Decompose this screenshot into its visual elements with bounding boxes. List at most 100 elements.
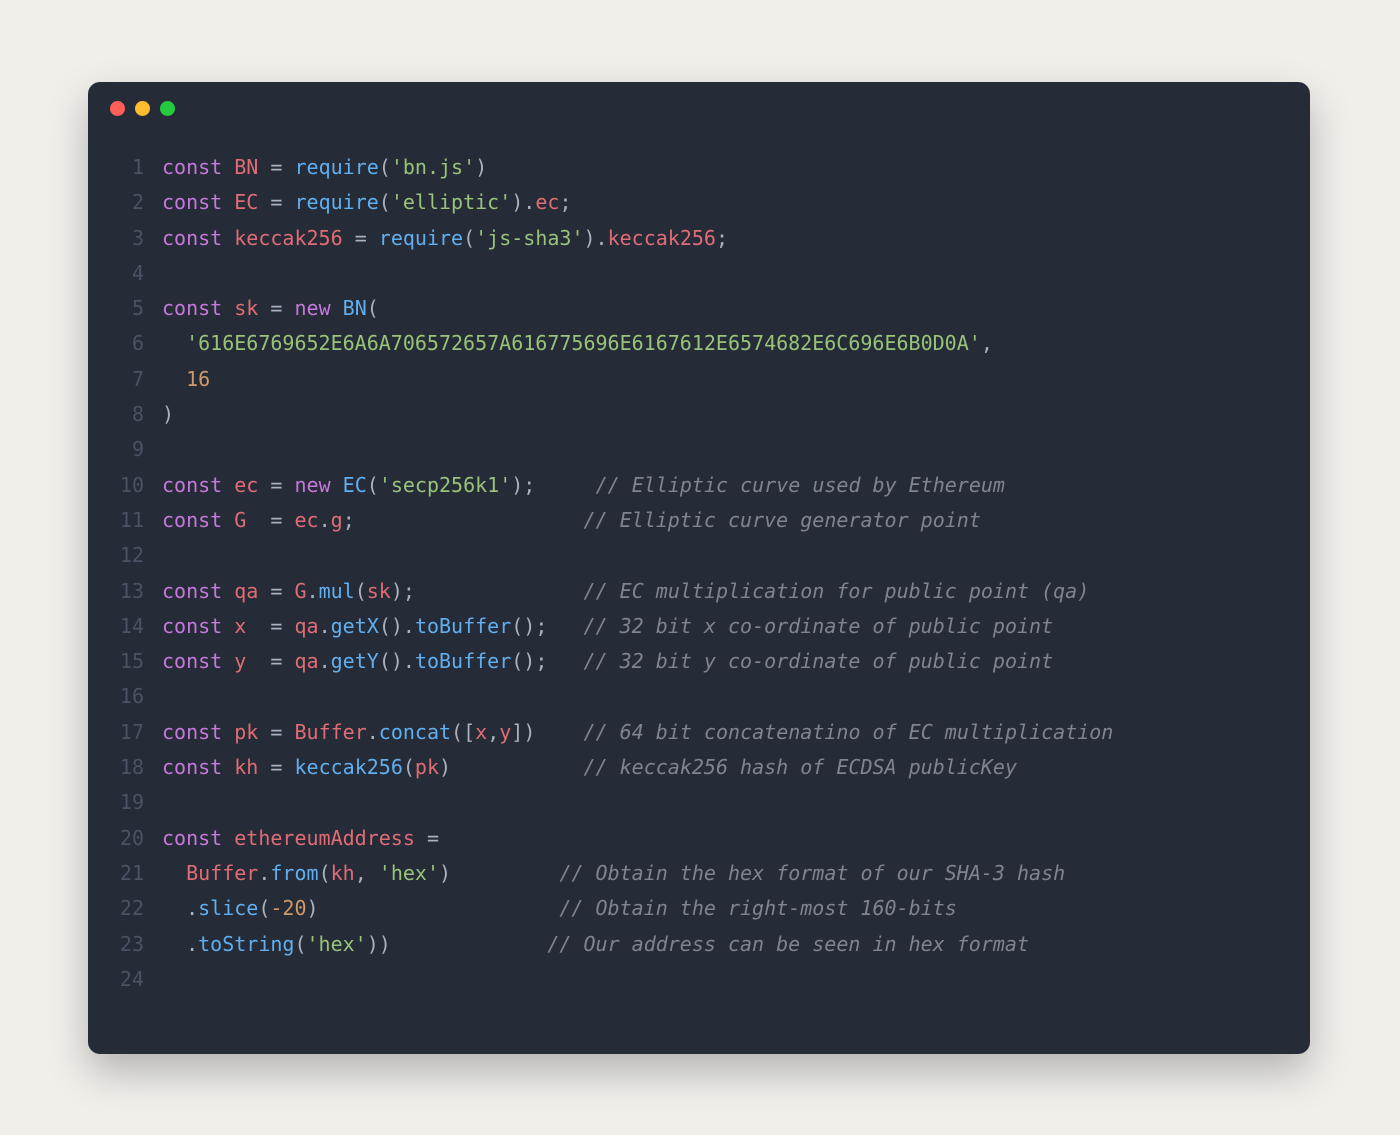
line-number: 23: [88, 927, 162, 962]
token-vn: qa: [234, 579, 258, 603]
token-cm: // EC multiplication for public point (q…: [584, 579, 1090, 603]
token-pn: [258, 296, 270, 320]
token-pn: [282, 508, 294, 532]
token-vn: y: [234, 649, 246, 673]
token-pn: =: [355, 226, 367, 250]
line-content: [162, 785, 1310, 820]
token-fn: slice: [198, 896, 258, 920]
line-number: 19: [88, 785, 162, 820]
token-vn: Buffer: [295, 720, 367, 744]
token-kw: new: [295, 473, 331, 497]
line-number: 20: [88, 821, 162, 856]
token-fn: require: [379, 226, 463, 250]
token-pn: (: [367, 473, 379, 497]
token-kw: const: [162, 579, 222, 603]
token-kw: const: [162, 226, 222, 250]
traffic-light-close-icon[interactable]: [110, 101, 125, 116]
token-pn: [451, 755, 583, 779]
line-number: 8: [88, 397, 162, 432]
token-kw: const: [162, 473, 222, 497]
token-vn: keccak256: [234, 226, 342, 250]
line-content: 16: [162, 362, 1310, 397]
traffic-light-minimize-icon[interactable]: [135, 101, 150, 116]
code-line: 15const y = qa.getY().toBuffer(); // 32 …: [88, 644, 1310, 679]
token-pn: .: [367, 720, 379, 744]
token-fn: toString: [198, 932, 294, 956]
token-vn: pk: [234, 720, 258, 744]
token-vn: sk: [234, 296, 258, 320]
token-str: 'elliptic': [391, 190, 511, 214]
line-number: 15: [88, 644, 162, 679]
code-line: 16: [88, 679, 1310, 714]
token-pn: .: [307, 579, 319, 603]
line-number: 9: [88, 432, 162, 467]
token-vn: sk: [367, 579, 391, 603]
token-pn: [282, 155, 294, 179]
token-pn: [331, 473, 343, 497]
line-number: 13: [88, 574, 162, 609]
token-pn: ): [475, 155, 487, 179]
line-content: const pk = Buffer.concat([x,y]) // 64 bi…: [162, 715, 1310, 750]
token-str: '616E6769652E6A6A706572657A616775696E616…: [186, 331, 981, 355]
token-pn: [162, 367, 186, 391]
code-editor[interactable]: 1const BN = require('bn.js')2const EC = …: [88, 134, 1310, 1027]
token-vn: x: [234, 614, 246, 638]
code-line: 1const BN = require('bn.js'): [88, 150, 1310, 185]
line-content: const qa = G.mul(sk); // EC multiplicati…: [162, 574, 1310, 609]
code-line: 5const sk = new BN(: [88, 291, 1310, 326]
line-content: .toString('hex')) // Our address can be …: [162, 927, 1310, 962]
token-pn: [258, 579, 270, 603]
token-pn: [282, 473, 294, 497]
code-line: 13const qa = G.mul(sk); // EC multiplica…: [88, 574, 1310, 609]
token-pn: [415, 579, 584, 603]
token-pn: ().: [379, 614, 415, 638]
token-kw: const: [162, 190, 222, 214]
token-pn: ).: [584, 226, 608, 250]
line-content: const EC = require('elliptic').ec;: [162, 185, 1310, 220]
token-pn: [258, 473, 270, 497]
token-kw: const: [162, 614, 222, 638]
line-content: const sk = new BN(: [162, 291, 1310, 326]
line-content: const y = qa.getY().toBuffer(); // 32 bi…: [162, 644, 1310, 679]
token-pn: ,: [355, 861, 379, 885]
token-fn: keccak256: [295, 755, 403, 779]
token-pn: (: [355, 579, 367, 603]
token-pn: =: [270, 579, 282, 603]
token-pn: (: [319, 861, 331, 885]
line-number: 5: [88, 291, 162, 326]
token-pn: [331, 296, 343, 320]
token-vn: keccak256: [608, 226, 716, 250]
token-pn: [246, 649, 270, 673]
token-pn: (: [379, 190, 391, 214]
token-pn: [222, 226, 234, 250]
token-cm: // Obtain the hex format of our SHA-3 ha…: [559, 861, 1065, 885]
token-pn: =: [270, 755, 282, 779]
token-pn: =: [427, 826, 439, 850]
token-pn: [319, 896, 560, 920]
token-pn: [222, 579, 234, 603]
token-pn: ): [162, 402, 174, 426]
line-number: 10: [88, 468, 162, 503]
token-fn: require: [295, 190, 379, 214]
token-pn: [258, 755, 270, 779]
token-pn: [282, 720, 294, 744]
line-content: .slice(-20) // Obtain the right-most 160…: [162, 891, 1310, 926]
token-num: -20: [270, 896, 306, 920]
token-cm: // keccak256 hash of ECDSA publicKey: [584, 755, 1017, 779]
token-vn: ethereumAddress: [234, 826, 415, 850]
code-line: 23 .toString('hex')) // Our address can …: [88, 927, 1310, 962]
token-pn: ();: [511, 614, 547, 638]
line-content: const kh = keccak256(pk) // keccak256 ha…: [162, 750, 1310, 785]
token-pn: )): [367, 932, 391, 956]
code-line: 7 16: [88, 362, 1310, 397]
traffic-light-zoom-icon[interactable]: [160, 101, 175, 116]
line-content: ): [162, 397, 1310, 432]
code-line: 2const EC = require('elliptic').ec;: [88, 185, 1310, 220]
token-cm: // 32 bit x co-ordinate of public point: [584, 614, 1054, 638]
line-number: 16: [88, 679, 162, 714]
token-vn: pk: [415, 755, 439, 779]
line-number: 1: [88, 150, 162, 185]
token-cm: // Elliptic curve generator point: [584, 508, 981, 532]
line-content: const ec = new EC('secp256k1'); // Ellip…: [162, 468, 1310, 503]
token-fn: from: [270, 861, 318, 885]
